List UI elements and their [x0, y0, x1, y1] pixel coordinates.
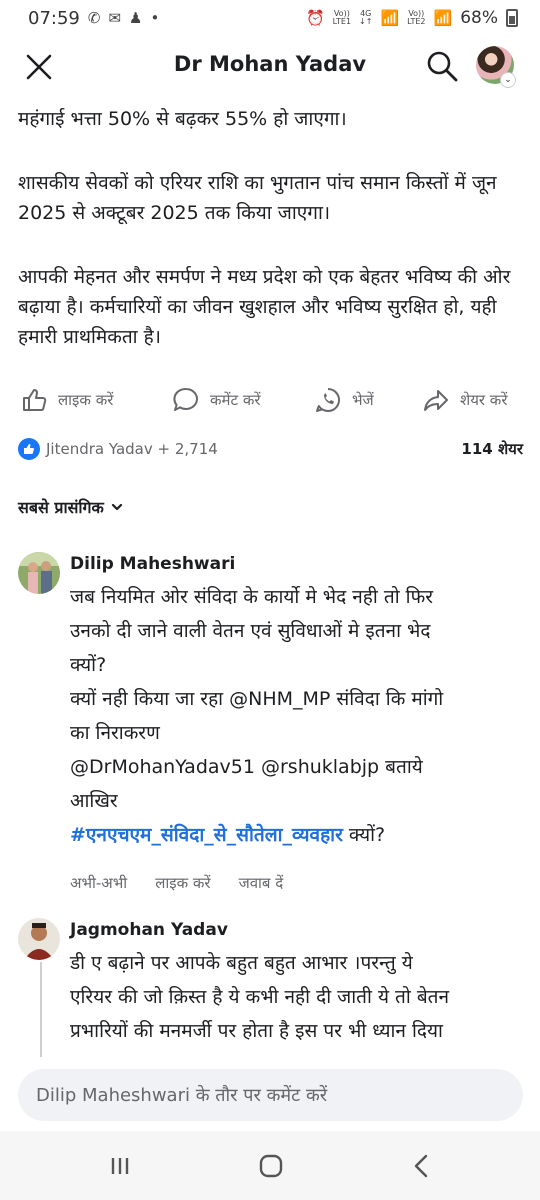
comment-icon: [173, 387, 198, 411]
network-lte1: Vo)) LTE1: [332, 9, 352, 26]
share-button[interactable]: शेयर करें: [422, 380, 507, 420]
comment-button[interactable]: कमेंट करें: [172, 380, 260, 420]
share-arrow-icon: [424, 390, 448, 411]
comment-line: डी ए बढ़ाने पर आपके बहुत बहुत आभार ।परन्…: [70, 952, 413, 974]
post-paragraph-2: शासकीय सेवकों को एरियर राशि का भुगतान पा…: [18, 172, 497, 224]
top-bar: Dr Mohan Yadav ⌄: [0, 36, 540, 96]
share-label: शेयर करें: [460, 391, 508, 409]
back-icon[interactable]: [407, 1151, 437, 1181]
comment-meta: अभी-अभी लाइक करें जवाब दें: [70, 873, 283, 893]
reaction-count: Jitendra Yadav + 2,714: [46, 440, 218, 458]
comment-like-button[interactable]: लाइक करें: [155, 873, 210, 893]
send-button[interactable]: भेजें: [314, 380, 374, 420]
chevron-down-icon[interactable]: ⌄: [500, 72, 516, 88]
comment-line: क्यों?: [70, 654, 107, 676]
comment-line: आखिर: [70, 790, 118, 812]
post-paragraph-1: महंगाई भत्ता 50% से बढ़कर 55% हो जाएगा।: [18, 108, 347, 130]
hashtag-suffix: क्यों?: [342, 824, 386, 846]
comment-input[interactable]: Dilip Maheshwari के तौर पर कमेंट करें: [18, 1069, 523, 1121]
share-count[interactable]: 114 शेयर: [461, 439, 523, 459]
comment-author[interactable]: Jagmohan Yadav: [70, 920, 228, 940]
more-notifications-icon: •: [150, 9, 160, 27]
comment-body: जब नियमित ओर संविदा के कार्यो मे भेद नही…: [70, 580, 510, 852]
signal-icon-2: 📶: [433, 9, 453, 27]
comment-line: @DrMohanYadav51 @rshuklabjp बताये: [70, 756, 423, 778]
comment-line: क्यों नही किया जा रहा @NHM_MP संविदा कि …: [70, 688, 444, 710]
chevron-down-icon: [111, 503, 122, 511]
like-button[interactable]: लाइक करें: [20, 380, 113, 420]
post-paragraph-3: आपकी मेहनत और समर्पण ने मध्य प्रदेश को ए…: [18, 266, 511, 348]
gmail-notification-icon: ✉: [108, 9, 122, 27]
clock: 07:59: [28, 7, 80, 29]
recent-apps-icon[interactable]: [105, 1151, 135, 1181]
post-actions: लाइक करें कमेंट करें भेजें शेयर करें: [0, 380, 540, 424]
hashtag-link[interactable]: #एनएचएम_संविदा_से_सौतेला_व्यवहार: [70, 824, 343, 846]
comment-label: कमेंट करें: [210, 391, 261, 409]
signal-icon: 📶: [380, 9, 400, 27]
comment-hashtag-line: #एनएचएम_संविदा_से_सौतेला_व्यवहार क्यों?: [70, 818, 510, 852]
network-lte2: Vo)) LTE2: [407, 9, 426, 26]
network-4g: 4G ↓↑: [359, 9, 373, 26]
home-icon[interactable]: [256, 1151, 286, 1181]
comment-line: जब नियमित ओर संविदा के कार्यो मे भेद नही…: [70, 586, 433, 608]
alarm-icon: ⏰: [305, 9, 325, 27]
comment-line: का निराकरण: [70, 722, 160, 744]
system-nav-bar: [0, 1131, 540, 1200]
reaction-summary[interactable]: Jitendra Yadav + 2,714 114 शेयर: [18, 438, 523, 460]
comment-reply-button[interactable]: जवाब दें: [239, 873, 284, 893]
thumbs-up-icon: [23, 389, 47, 411]
commenter-avatar[interactable]: [18, 552, 60, 594]
comment-author[interactable]: Dilip Maheshwari: [70, 554, 235, 574]
search-icon[interactable]: [424, 48, 460, 84]
whatsapp-icon: [316, 388, 340, 412]
app-notification-icon: ♟: [129, 9, 143, 27]
comment-sort-dropdown[interactable]: सबसे प्रासंगिक: [18, 496, 124, 518]
battery-icon: [506, 9, 518, 27]
comment-body: डी ए बढ़ाने पर आपके बहुत बहुत आभार ।परन्…: [70, 946, 530, 1048]
comment-line: उनको दी जाने वाली वेतन एवं सुविधाओं मे इ…: [70, 620, 431, 642]
like-label: लाइक करें: [58, 391, 114, 409]
whatsapp-notification-icon: ✆: [87, 9, 101, 27]
send-label: भेजें: [352, 391, 374, 409]
commenter-avatar[interactable]: [18, 918, 60, 960]
battery-percent: 68%: [460, 8, 498, 28]
like-reaction-icon: [18, 438, 40, 460]
reply-thread-line: [40, 962, 42, 1057]
comment-line: एरियर की जो क़िस्त है ये कभी नही दी जाती…: [70, 986, 450, 1008]
status-bar: 07:59 ✆ ✉ ♟ • ⏰ Vo)) LTE1 4G ↓↑ 📶 Vo)) LTE2…: [0, 0, 540, 36]
comment-line: प्रभारियों की मनमर्जी पर होता है इस पर भ…: [70, 1020, 443, 1042]
comment-time: अभी-अभी: [70, 874, 128, 892]
sort-label: सबसे प्रासंगिक: [18, 498, 104, 517]
